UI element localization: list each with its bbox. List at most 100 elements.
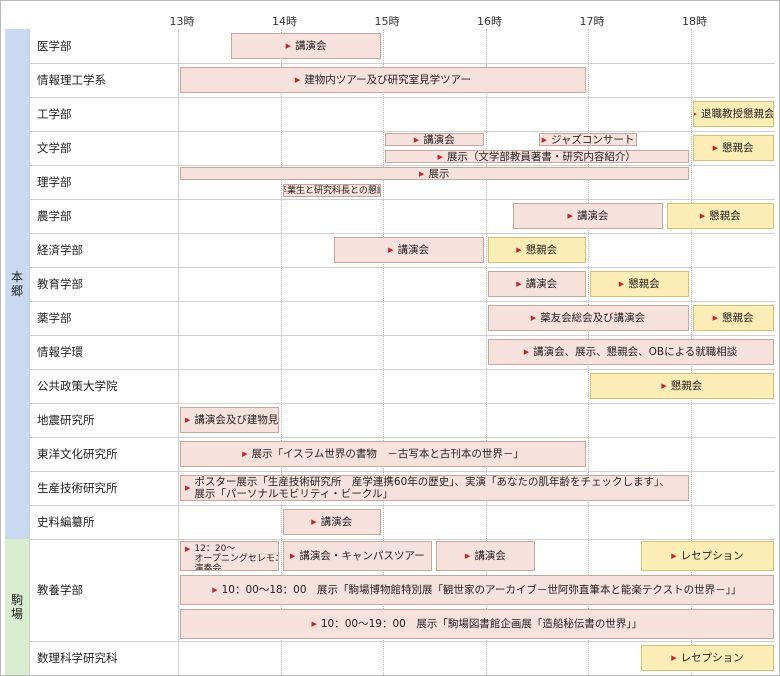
event-block[interactable]: ▶ ジャズコンサート bbox=[538, 133, 638, 146]
event-block[interactable]: ▶ 懇親会 bbox=[590, 373, 774, 399]
event-label: 退職教授懇親会 bbox=[700, 108, 774, 120]
event-block[interactable]: ▶ 10：00～19：00 展示「駒場図書館企画展「造船秘伝書の世界」」 bbox=[180, 609, 774, 639]
row-divider bbox=[29, 267, 775, 268]
event-label: 講演会 bbox=[423, 133, 455, 146]
department-name: 数理科学研究科 bbox=[37, 651, 118, 665]
event-block[interactable]: ▶ 講演会 bbox=[436, 541, 535, 571]
play-arrow-icon: ▶ bbox=[289, 552, 296, 560]
play-arrow-icon: ▶ bbox=[671, 654, 677, 662]
department-name: 薬学部 bbox=[37, 311, 72, 325]
play-arrow-icon: ▶ bbox=[465, 552, 471, 560]
play-arrow-icon: ▶ bbox=[541, 135, 547, 144]
event-block[interactable]: ▶卒業生と研究科長との懇談会 bbox=[282, 184, 381, 197]
label-column-divider bbox=[178, 29, 179, 675]
play-arrow-icon: ▶ bbox=[212, 586, 218, 594]
hour-label: 16時 bbox=[477, 15, 502, 28]
event-block[interactable]: ▶ 薬友会総会及び講演会 bbox=[487, 305, 689, 331]
play-arrow-icon: ▶ bbox=[311, 518, 317, 526]
row-divider bbox=[29, 63, 775, 64]
play-arrow-icon: ▶ bbox=[694, 108, 697, 120]
play-arrow-icon: ▶ bbox=[185, 416, 191, 424]
hour-label: 13時 bbox=[169, 15, 195, 28]
event-label: 講演会 bbox=[474, 550, 506, 562]
event-block[interactable]: ▶ 懇親会 bbox=[692, 135, 774, 161]
event-block[interactable]: ▶ 講演会 bbox=[231, 33, 381, 59]
event-label: 12：20～ オープニングセレモニーと 演奏会 bbox=[194, 544, 277, 571]
play-arrow-icon: ▶ bbox=[712, 144, 718, 152]
event-block[interactable]: ▶ 講演会 bbox=[333, 237, 484, 263]
department-name: 文学部 bbox=[37, 141, 72, 155]
play-arrow-icon: ▶ bbox=[516, 280, 522, 288]
event-label: 講演会及び建物見学ツアー bbox=[194, 414, 279, 426]
event-label: 講演会 bbox=[295, 40, 327, 52]
event-label: 講演会・キャンパスツアー bbox=[299, 550, 425, 562]
event-block[interactable]: ▶ 講演会 bbox=[282, 509, 381, 535]
row-divider bbox=[29, 505, 775, 506]
play-arrow-icon: ▶ bbox=[523, 348, 530, 356]
event-block[interactable]: ▶ 10：00～18：00 展示「駒場博物館特別展「観世家のアーカイブ－世阿弥直筆… bbox=[180, 575, 774, 605]
event-label: 懇親会 bbox=[628, 278, 660, 290]
hour-label: 15時 bbox=[374, 15, 400, 28]
event-block[interactable]: ▶ 建物内ツアー及び研究室見学ツアー bbox=[180, 67, 586, 93]
campus-label: 本 郷 bbox=[10, 270, 23, 298]
event-block[interactable]: ▶12：20～ オープニングセレモニーと 演奏会 bbox=[180, 541, 279, 571]
row-divider bbox=[29, 233, 775, 234]
row-divider bbox=[29, 199, 775, 200]
event-block[interactable]: ▶ 懇親会 bbox=[590, 271, 689, 297]
department-name: 工学部 bbox=[37, 107, 72, 121]
play-arrow-icon: ▶ bbox=[618, 280, 625, 288]
row-divider bbox=[29, 301, 775, 302]
event-block[interactable]: ▶ 展示（文学部教員著書・研究内容紹介） bbox=[385, 150, 689, 163]
event-label: 建物内ツアー及び研究室見学ツアー bbox=[304, 74, 472, 86]
event-label: レセプション bbox=[680, 652, 744, 664]
campus-label: 駒 場 bbox=[10, 593, 23, 621]
row-divider bbox=[29, 539, 775, 540]
row-divider bbox=[29, 335, 775, 336]
event-label: 懇親会 bbox=[670, 380, 703, 392]
event-label: 懇親会 bbox=[709, 210, 741, 222]
campus-hongo: 本 郷 bbox=[5, 29, 30, 539]
department-name: 理学部 bbox=[37, 175, 72, 189]
event-label: レセプション bbox=[680, 550, 744, 562]
event-block[interactable]: ▶ 懇親会 bbox=[692, 305, 774, 331]
event-block[interactable]: ▶ 講演会、展示、懇親会、OBによる就職相談 bbox=[487, 339, 774, 365]
event-block[interactable]: ▶ 講演会・キャンパスツアー bbox=[282, 541, 433, 571]
event-block[interactable]: ▶ 講演会 bbox=[513, 203, 663, 229]
play-arrow-icon: ▶ bbox=[516, 246, 522, 254]
event-block[interactable]: ▶ 講演会 bbox=[385, 133, 484, 146]
row-divider bbox=[29, 97, 775, 98]
play-arrow-icon: ▶ bbox=[712, 314, 718, 322]
event-block[interactable]: ▶ 懇親会 bbox=[666, 203, 774, 229]
play-arrow-icon: ▶ bbox=[419, 169, 425, 178]
play-arrow-icon: ▶ bbox=[437, 152, 443, 161]
event-block[interactable]: ▶ 懇親会 bbox=[487, 237, 586, 263]
event-label: 講演会 bbox=[320, 516, 353, 528]
department-name: 東洋文化研究所 bbox=[37, 447, 118, 461]
event-label: 講演会 bbox=[397, 244, 430, 256]
event-block[interactable]: ▶退職教授懇親会 bbox=[692, 101, 774, 127]
hour-label: 18時 bbox=[682, 15, 707, 28]
department-name: 情報学環 bbox=[37, 345, 83, 359]
department-name: 情報理工学系 bbox=[37, 73, 106, 87]
department-name: 生産技術研究所 bbox=[37, 481, 118, 495]
event-block[interactable]: ▶ レセプション bbox=[641, 541, 774, 571]
event-block[interactable]: ▶ 講演会 bbox=[487, 271, 586, 297]
campus-komaba: 駒 場 bbox=[5, 539, 30, 675]
event-label: 展示 bbox=[428, 167, 450, 180]
row-divider bbox=[29, 131, 775, 132]
event-label: ポスター展示「生産技術研究所 産学連携60年の歴史」、実演「あなたの肌年齢をチェ… bbox=[194, 476, 670, 500]
event-block[interactable]: ▶ 展示「イスラム世界の書物 －古写本と古刊本の世界－」 bbox=[180, 441, 586, 467]
event-block[interactable]: ▶ レセプション bbox=[641, 645, 774, 671]
department-name: 医学部 bbox=[37, 39, 72, 53]
event-label: 講演会、展示、懇親会、OBによる就職相談 bbox=[533, 346, 738, 358]
play-arrow-icon: ▶ bbox=[285, 42, 292, 50]
row-divider bbox=[29, 165, 775, 166]
event-label: 講演会 bbox=[525, 278, 558, 290]
event-block[interactable]: ▶講演会及び建物見学ツアー bbox=[180, 407, 279, 433]
play-arrow-icon: ▶ bbox=[185, 545, 191, 553]
event-block[interactable]: ▶ ポスター展示「生産技術研究所 産学連携60年の歴史」、実演「あなたの肌年齢をチ… bbox=[180, 475, 689, 501]
row-divider bbox=[29, 641, 775, 642]
event-block[interactable]: ▶ 展示 bbox=[180, 167, 689, 180]
event-label: 懇親会 bbox=[721, 312, 754, 324]
event-label: 講演会 bbox=[576, 210, 609, 222]
